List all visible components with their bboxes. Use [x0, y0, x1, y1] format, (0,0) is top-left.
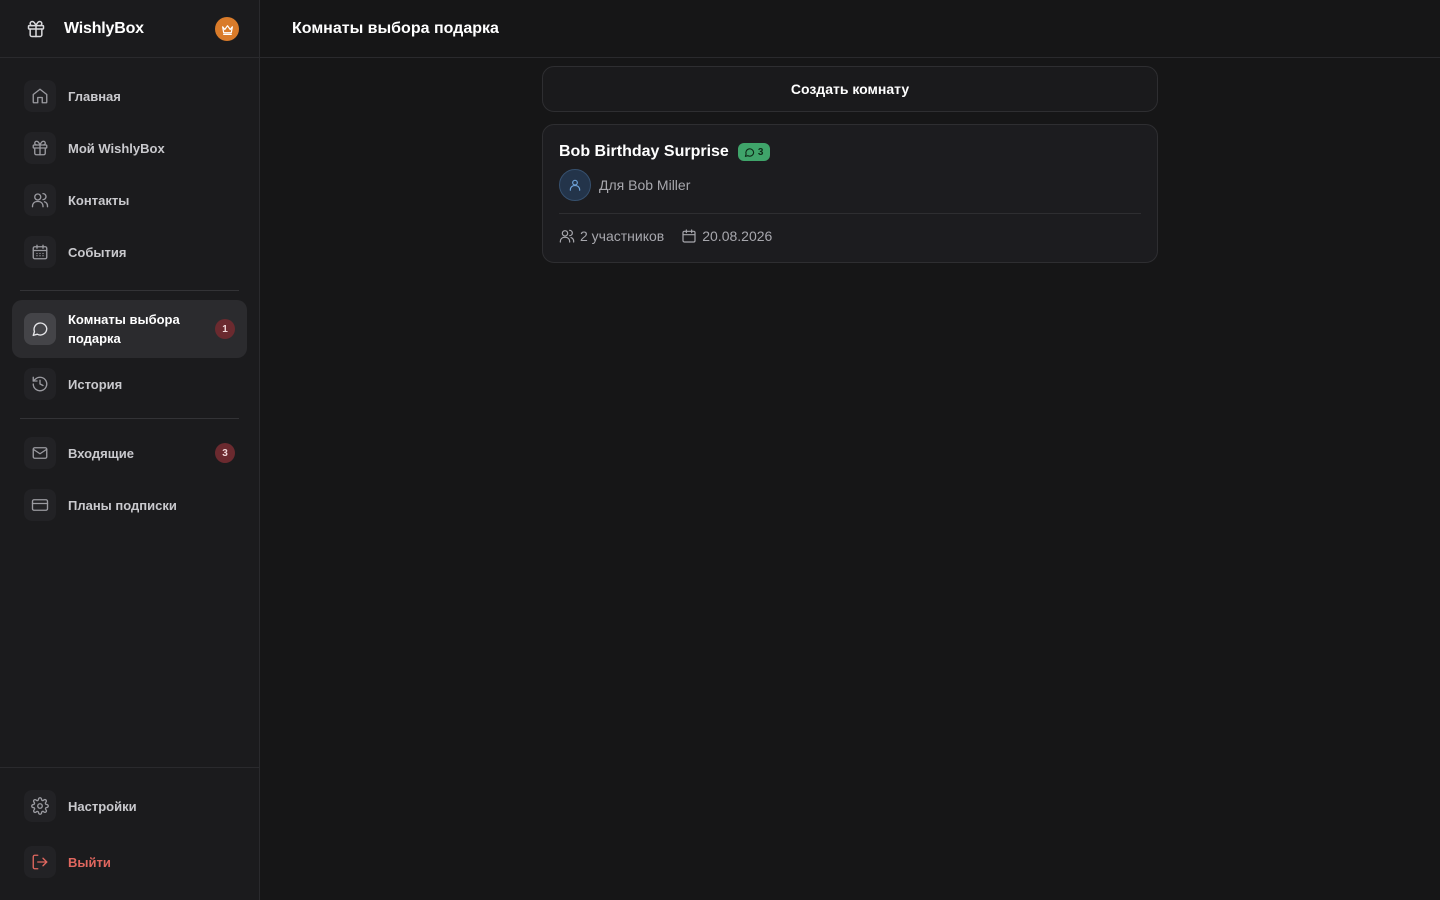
sidebar-item-label: Мой WishlyBox [68, 140, 165, 156]
room-meta: 2 участников 20.08.2026 [559, 228, 1141, 244]
home-icon [24, 80, 56, 112]
sidebar-item-contacts[interactable]: Контакты [12, 174, 247, 226]
event-date: 20.08.2026 [702, 228, 773, 244]
sidebar-nav-footer: Настройки Выйти [12, 780, 247, 888]
message-count-badge: 3 [737, 143, 771, 161]
crown-icon[interactable] [215, 17, 239, 41]
sidebar-nav-main: Главная Мой WishlyBox Контакты События К… [12, 70, 247, 531]
recipient-row: Для Bob Miller [559, 169, 1141, 201]
sidebar-item-home[interactable]: Главная [12, 70, 247, 122]
sidebar: WishlyBox Главная Мой WishlyBox Контакты [0, 0, 260, 900]
chat-icon [24, 313, 56, 345]
date-info: 20.08.2026 [681, 228, 772, 244]
sidebar-item-subscription-plans[interactable]: Планы подписки [12, 479, 247, 531]
room-card[interactable]: Bob Birthday Surprise 3 Для Bob Miller 2… [542, 124, 1158, 263]
sidebar-item-label: Комнаты выбора подарка [68, 312, 180, 346]
sidebar-item-inbox[interactable]: Входящие 3 [12, 427, 247, 479]
page-title: Комнаты выбора подарка [292, 19, 499, 37]
sidebar-item-my-wishlybox[interactable]: Мой WishlyBox [12, 122, 247, 174]
avatar [559, 169, 591, 201]
room-title-row: Bob Birthday Surprise 3 [559, 143, 1141, 161]
notification-badge: 3 [215, 443, 235, 463]
notification-badge: 1 [215, 319, 235, 339]
credit-card-icon [24, 489, 56, 521]
history-icon [24, 368, 56, 400]
logout-label: Выйти [68, 854, 111, 870]
sidebar-item-label: Контакты [68, 192, 130, 208]
app-name: WishlyBox [64, 19, 144, 37]
sidebar-item-history[interactable]: История [12, 358, 247, 410]
sidebar-item-settings[interactable]: Настройки [12, 780, 247, 832]
calendar-icon [24, 236, 56, 268]
sidebar-footer-divider [0, 767, 259, 768]
create-room-button[interactable]: Создать комнату [542, 66, 1158, 112]
gift-icon [26, 19, 46, 39]
chat-icon [744, 147, 755, 158]
gear-icon [24, 790, 56, 822]
page-header: Комнаты выбора подарка [260, 0, 1440, 58]
users-icon [559, 228, 575, 244]
users-icon [24, 184, 56, 216]
calendar-icon [681, 228, 697, 244]
sidebar-item-label: Планы подписки [68, 497, 177, 513]
sidebar-item-label: Главная [68, 88, 121, 104]
recipient-text: Для Bob Miller [599, 177, 691, 193]
logout-icon [24, 846, 56, 878]
sidebar-item-label: События [68, 244, 127, 260]
user-icon [569, 179, 581, 191]
sidebar-item-label: Настройки [68, 798, 137, 814]
logout-button[interactable]: Выйти [12, 836, 247, 888]
mail-icon [24, 437, 56, 469]
participants-info: 2 участников [559, 228, 664, 244]
sidebar-item-label: История [68, 376, 123, 392]
room-title: Bob Birthday Surprise [559, 143, 729, 160]
card-divider [559, 213, 1141, 214]
gift-icon [24, 132, 56, 164]
brand[interactable]: WishlyBox [0, 0, 259, 58]
sidebar-item-gift-rooms[interactable]: Комнаты выбора подарка 1 [12, 300, 247, 358]
message-count: 3 [757, 146, 764, 158]
participants-count: 2 участников [580, 228, 665, 244]
sidebar-item-events[interactable]: События [12, 226, 247, 278]
sidebar-item-label: Входящие [68, 445, 134, 461]
